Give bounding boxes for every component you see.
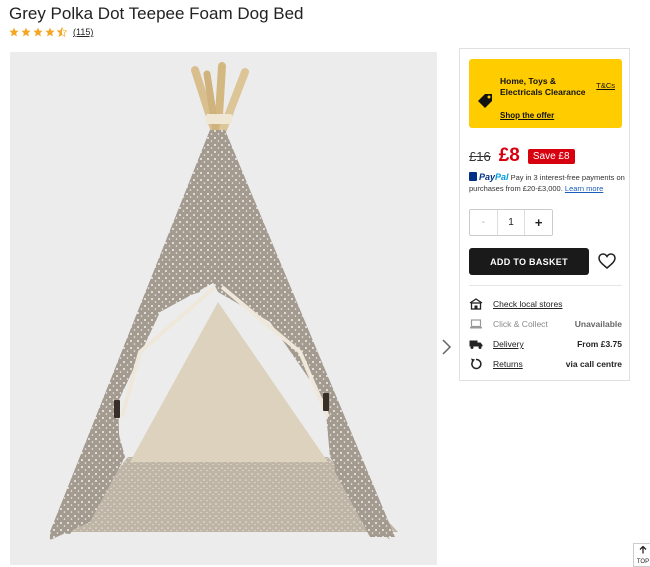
promo-banner[interactable]: Home, Toys & Electricals Clearance T&Cs … xyxy=(469,59,622,128)
scroll-to-top-button[interactable]: TOP xyxy=(633,543,650,567)
arrow-up-icon xyxy=(639,545,647,554)
delivery-price: From £3.75 xyxy=(577,339,622,349)
current-price: £8 xyxy=(498,145,520,166)
product-rating[interactable]: (115) xyxy=(9,27,93,37)
laptop-icon xyxy=(469,318,483,330)
quantity-input[interactable]: 1 xyxy=(498,210,525,235)
star-icon xyxy=(33,27,43,37)
decrease-quantity-button[interactable]: - xyxy=(470,210,498,235)
truck-icon xyxy=(469,338,483,350)
old-price: £16 xyxy=(469,148,491,164)
store-icon xyxy=(469,298,483,310)
star-icon xyxy=(21,27,31,37)
returns-method: via call centre xyxy=(565,359,622,369)
learn-more-link[interactable]: Learn more xyxy=(565,184,603,193)
promo-title: Home, Toys & Electricals Clearance xyxy=(500,76,586,97)
next-image-arrow-icon[interactable] xyxy=(440,338,452,356)
paypal-info: PayPal Pay in 3 interest-free payments o… xyxy=(469,172,629,194)
wishlist-heart-icon[interactable] xyxy=(598,253,616,270)
paypal-logo: PayPal xyxy=(479,172,509,182)
click-collect-row: Click & Collect Unavailable xyxy=(469,318,622,330)
check-stores-row[interactable]: Check local stores xyxy=(469,298,622,310)
shop-offer-link[interactable]: Shop the offer xyxy=(500,111,554,120)
scroll-top-label: TOP xyxy=(636,559,650,565)
rating-count-link[interactable]: (115) xyxy=(73,27,93,37)
star-icon xyxy=(9,27,19,37)
quantity-stepper: - 1 + xyxy=(469,209,553,236)
returns-row[interactable]: Returns via call centre xyxy=(469,358,622,370)
product-image[interactable] xyxy=(10,52,437,565)
increase-quantity-button[interactable]: + xyxy=(524,210,552,235)
check-stores-link[interactable]: Check local stores xyxy=(493,299,562,309)
paypal-icon xyxy=(469,172,477,181)
purchase-panel: Home, Toys & Electricals Clearance T&Cs … xyxy=(459,48,630,381)
returns-link[interactable]: Returns xyxy=(493,359,523,369)
return-icon xyxy=(469,358,483,370)
delivery-row[interactable]: Delivery From £3.75 xyxy=(469,338,622,350)
divider xyxy=(469,285,622,286)
click-collect-label: Click & Collect xyxy=(493,319,548,329)
click-collect-status: Unavailable xyxy=(574,319,622,329)
teepee-illustration xyxy=(10,52,437,565)
product-title: Grey Polka Dot Teepee Foam Dog Bed xyxy=(9,4,304,23)
save-badge: Save £8 xyxy=(527,148,575,164)
half-star-icon xyxy=(57,27,67,37)
add-to-basket-button[interactable]: ADD TO BASKET xyxy=(469,248,589,275)
price-row: £16 £8 Save £8 xyxy=(469,145,575,167)
promo-tcs-link[interactable]: T&Cs xyxy=(596,81,615,90)
star-icon xyxy=(45,27,55,37)
price-tag-icon xyxy=(478,94,492,108)
delivery-link[interactable]: Delivery xyxy=(493,339,524,349)
